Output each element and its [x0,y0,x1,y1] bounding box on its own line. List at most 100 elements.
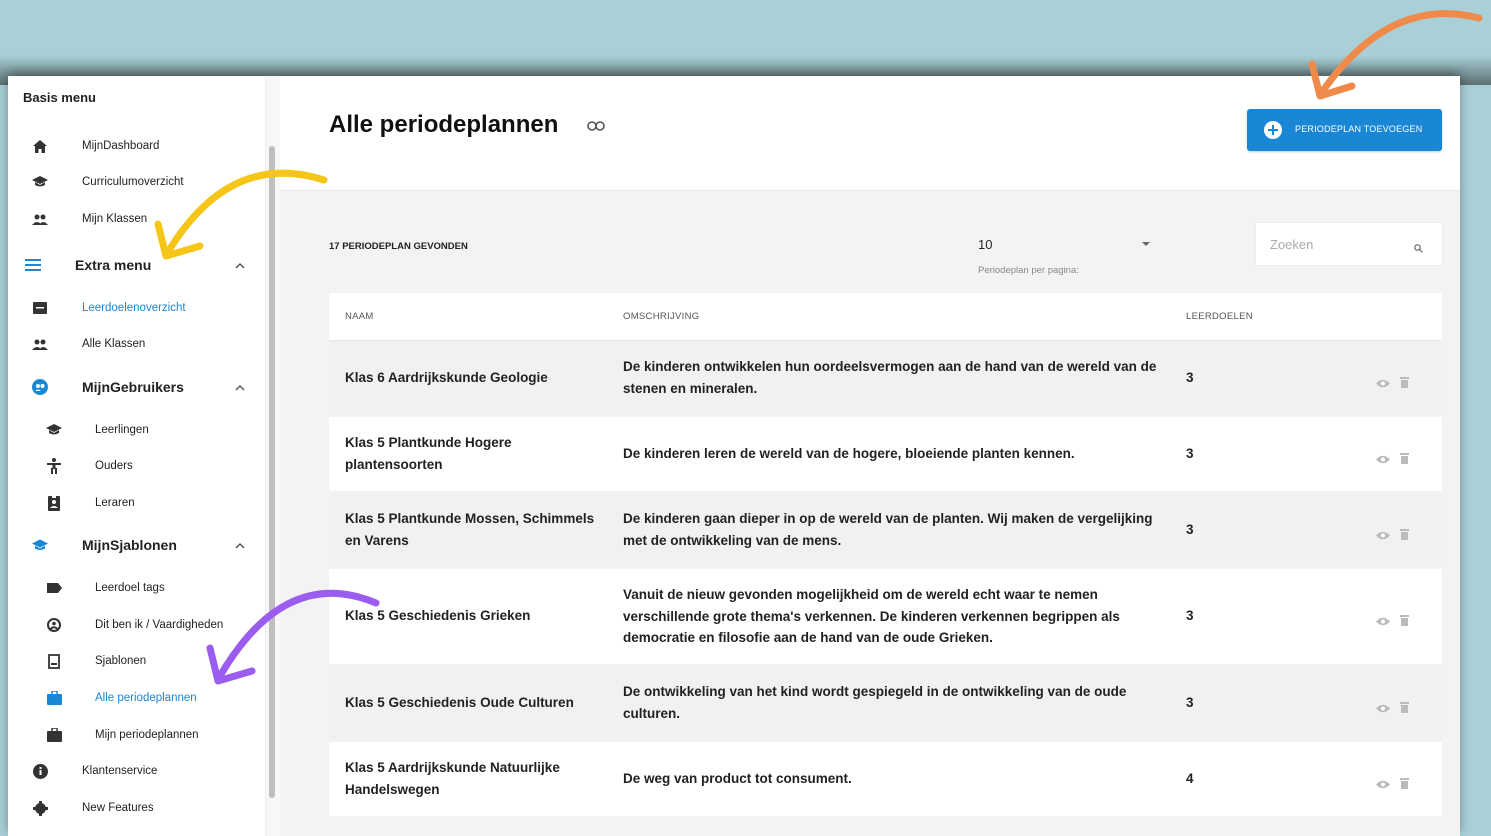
cell-leerdoelen: 3 [1186,446,1194,461]
section-mijnsjablonen[interactable]: MijnSjablonen [8,530,258,560]
sidebar-item-alle-klassen[interactable]: Alle Klassen [8,329,258,359]
sidebar-item-leerdoel-tags[interactable]: Leerdoel tags [8,573,258,603]
sidebar-item-label: Ouders [95,460,133,472]
briefcase-icon [46,727,62,743]
section-label: MijnSjablonen [82,537,177,553]
sidebar-item-ouders[interactable]: Ouders [8,451,258,481]
chevron-up-icon[interactable] [234,381,246,393]
cell-omschrijving: Vanuit de nieuw gevonden mogelijkheid om… [623,587,1120,645]
table-header: NAAM OMSCHRIJVING LEERDOELEN [329,293,1442,341]
per-page-select[interactable]: 10 [978,237,992,252]
sidebar-item-leraren[interactable]: Leraren [8,488,258,518]
cell-omschrijving: De kinderen leren de wereld van de hoger… [623,446,1075,461]
column-header-naam[interactable]: NAAM [345,311,374,322]
eye-icon[interactable] [1376,525,1390,547]
add-button-label: PERIODEPLAN TOEVOEGEN [1295,124,1423,134]
graduation-cap-icon [32,174,48,190]
search-icon[interactable] [1414,240,1423,258]
column-header-leerdoelen[interactable]: LEERDOELEN [1186,311,1253,322]
add-periodeplan-button[interactable]: PERIODEPLAN TOEVOEGEN [1247,109,1442,151]
sidebar-item-label: Sjablonen [95,655,147,667]
per-page-label: Periodeplan per pagina: [978,265,1079,276]
trash-icon[interactable] [1400,449,1409,471]
table-row[interactable]: Klas 5 Plantkunde Mossen, Schimmels en V… [329,493,1442,569]
cell-naam: Klas 5 Plantkunde Mossen, Schimmels en V… [345,511,595,548]
id-badge-icon [46,495,62,511]
trash-icon[interactable] [1400,525,1409,547]
periodeplan-table: NAAM OMSCHRIJVING LEERDOELEN Klas 6 Aard… [329,293,1442,818]
users-circle-icon [32,379,48,395]
cell-leerdoelen: 3 [1186,522,1194,537]
sidebar-item-mijn-periodeplannen[interactable]: Mijn periodeplannen [8,720,258,750]
results-count: 17 PERIODEPLAN GEVONDEN [329,241,468,252]
cell-naam: Klas 5 Plantkunde Hogere plantensoorten [345,435,512,472]
link-icon[interactable] [587,118,605,136]
sidebar-item-label: Dit ben ik / Vaardigheden [95,619,224,631]
table-row[interactable]: Klas 5 Plantkunde Hogere plantensoorten … [329,417,1442,493]
chevron-up-icon[interactable] [234,539,246,551]
table-row[interactable]: Klas 6 Aardrijkskunde Geologie De kinder… [329,341,1442,417]
eye-icon[interactable] [1376,449,1390,471]
sidebar-item-leerdoelenoverzicht[interactable]: Leerdoelenoverzicht [8,293,258,323]
sidebar-title: Basis menu [23,90,96,105]
cell-naam: Klas 5 Geschiedenis Oude Culturen [345,695,574,710]
gear-icon [32,800,48,816]
face-icon [46,617,62,633]
sidebar-item-label: Alle Klassen [82,338,146,350]
sidebar-item-label: Mijn periodeplannen [95,729,199,741]
page-title: Alle periodeplannen [329,111,559,138]
sidebar-item-alle-periodeplannen[interactable]: Alle periodeplannen [8,683,258,713]
cell-leerdoelen: 3 [1186,608,1194,623]
trash-icon[interactable] [1400,611,1409,633]
sidebar-item-label: Leerdoel tags [95,582,165,594]
sidebar-item-label: Mijn Klassen [82,213,148,225]
sidebar-item-mijndashboard[interactable]: MijnDashboard [8,131,258,161]
home-icon [32,138,48,154]
table-row[interactable]: Klas 5 Geschiedenis Grieken Vanuit de ni… [329,569,1442,666]
trash-icon[interactable] [1400,774,1409,796]
search-box[interactable] [1255,222,1443,266]
sidebar-item-sjablonen[interactable]: Sjablonen [8,646,258,676]
sidebar-scrollbar-thumb[interactable] [269,146,275,798]
sidebar-item-dit-ben-ik[interactable]: Dit ben ik / Vaardigheden [8,610,258,640]
cell-naam: Klas 6 Aardrijkskunde Geologie [345,370,548,385]
plus-circle-icon [1264,121,1282,139]
trash-icon[interactable] [1400,373,1409,395]
cell-leerdoelen: 4 [1186,771,1194,786]
section-mijngebruikers[interactable]: MijnGebruikers [8,372,258,402]
sidebar-item-leerlingen[interactable]: Leerlingen [8,415,258,445]
sidebar-item-label: Alle periodeplannen [95,692,197,704]
chevron-up-icon[interactable] [234,259,246,271]
sidebar-item-klantenservice[interactable]: Klantenservice [8,756,258,786]
person-icon [46,458,62,474]
app-window: Basis menu MijnDashboard Curriculumoverz… [8,76,1460,836]
eye-icon[interactable] [1376,774,1390,796]
cell-leerdoelen: 3 [1186,370,1194,385]
column-header-omschrijving[interactable]: OMSCHRIJVING [623,311,699,322]
people-icon [32,336,48,352]
eye-icon[interactable] [1376,698,1390,720]
table-row[interactable]: Klas 5 Aardrijkskunde Natuurlijke Handel… [329,742,1442,818]
section-label: Extra menu [75,257,152,273]
sidebar-item-new-features[interactable]: New Features [8,793,258,823]
list-icon [32,300,48,316]
table-row[interactable]: Klas 5 Geschiedenis Oude Culturen De ont… [329,666,1442,742]
eye-icon[interactable] [1376,611,1390,633]
eye-icon[interactable] [1376,373,1390,395]
cell-omschrijving: De weg van product tot consument. [623,771,852,786]
trash-icon[interactable] [1400,698,1409,720]
sidebar-item-label: Leerdoelenoverzicht [82,302,186,314]
menu-icon [25,257,41,273]
sidebar-item-label: Curriculumoverzicht [82,176,184,188]
dropdown-caret-icon[interactable] [1142,242,1150,246]
info-icon [32,763,48,779]
cell-naam: Klas 5 Geschiedenis Grieken [345,608,531,623]
document-icon [46,653,62,669]
section-extra-menu[interactable]: Extra menu [8,250,258,280]
sidebar-item-curriculumoverzicht[interactable]: Curriculumoverzicht [8,167,258,197]
sidebar: Basis menu MijnDashboard Curriculumoverz… [8,76,265,836]
search-input[interactable] [1268,234,1412,254]
briefcase-icon [46,690,62,706]
sidebar-item-mijn-klassen[interactable]: Mijn Klassen [8,204,258,234]
cell-omschrijving: De kinderen gaan dieper in op de wereld … [623,511,1153,548]
